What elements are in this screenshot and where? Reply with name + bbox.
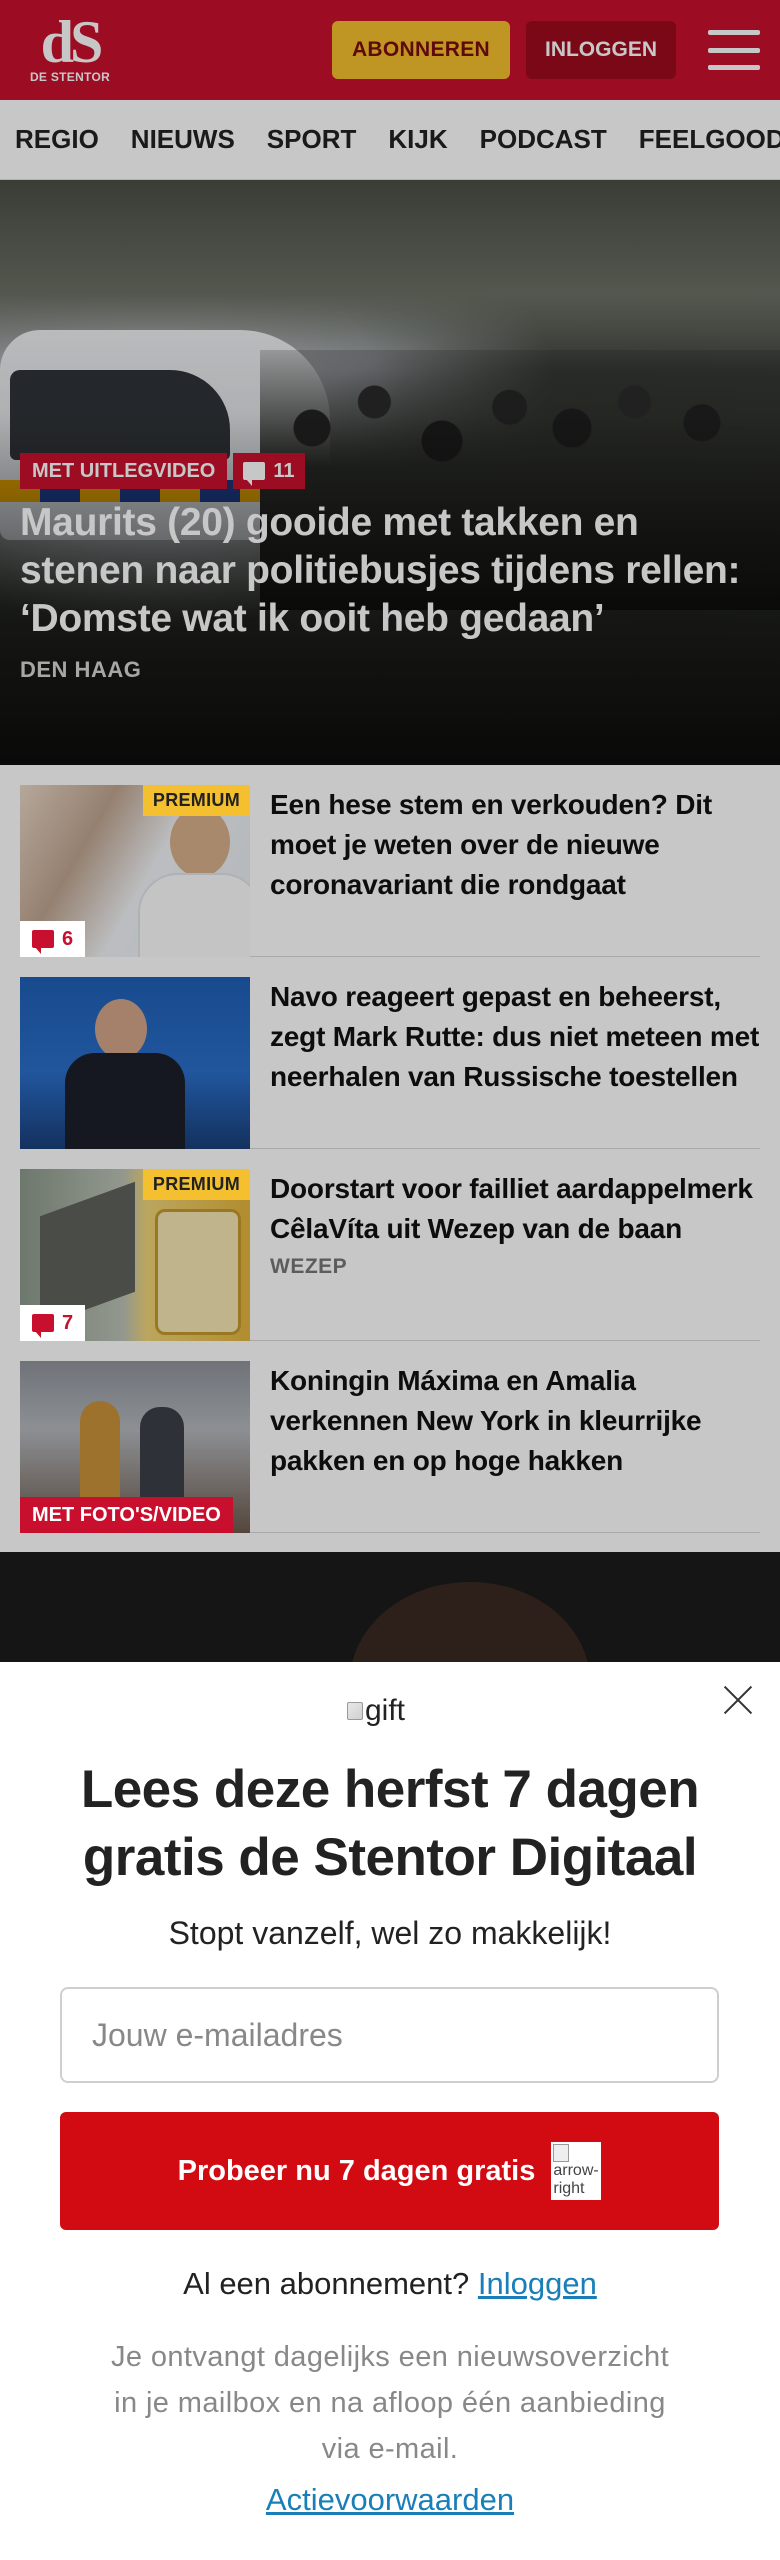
photo-video-tag: MET FOTO'S/VIDEO <box>20 1497 233 1533</box>
comment-icon <box>32 1314 54 1338</box>
gift-alt-text: gift <box>365 1694 406 1727</box>
gift-icon: gift <box>347 1694 405 1728</box>
trial-button[interactable]: Probeer nu 7 dagen gratis arrow-right <box>60 2112 719 2230</box>
comment-count-badge: 6 <box>20 921 86 957</box>
terms-link[interactable]: Actievoorwaarden <box>0 2482 780 2518</box>
login-prompt: Al een abonnement? Inloggen <box>0 2266 780 2302</box>
premium-badge: PREMIUM <box>142 785 250 816</box>
login-link[interactable]: Inloggen <box>478 2266 597 2301</box>
comment-count: 7 <box>62 1311 74 1334</box>
comment-count: 6 <box>62 927 74 950</box>
arrow-right-icon: arrow-right <box>551 2142 602 2200</box>
close-icon[interactable] <box>722 1684 754 1716</box>
subscription-modal: gift Lees deze herfst 7 dagen gratis de … <box>0 1662 780 2560</box>
email-field[interactable] <box>60 1987 719 2083</box>
login-prompt-text: Al een abonnement? <box>183 2266 470 2301</box>
premium-badge: PREMIUM <box>142 1169 250 1200</box>
modal-backdrop[interactable] <box>0 0 780 1662</box>
comment-icon <box>32 930 54 954</box>
modal-title: Lees deze herfst 7 dagen gratis de Stent… <box>80 1760 700 1887</box>
modal-subtitle: Stopt vanzelf, wel zo makkelijk! <box>168 1915 612 1951</box>
comment-count-badge: 7 <box>20 1305 86 1341</box>
trial-button-label: Probeer nu 7 dagen gratis <box>177 2154 536 2187</box>
info-text: Je ontvangt dagelijks een nieuwsoverzich… <box>110 2341 670 2465</box>
